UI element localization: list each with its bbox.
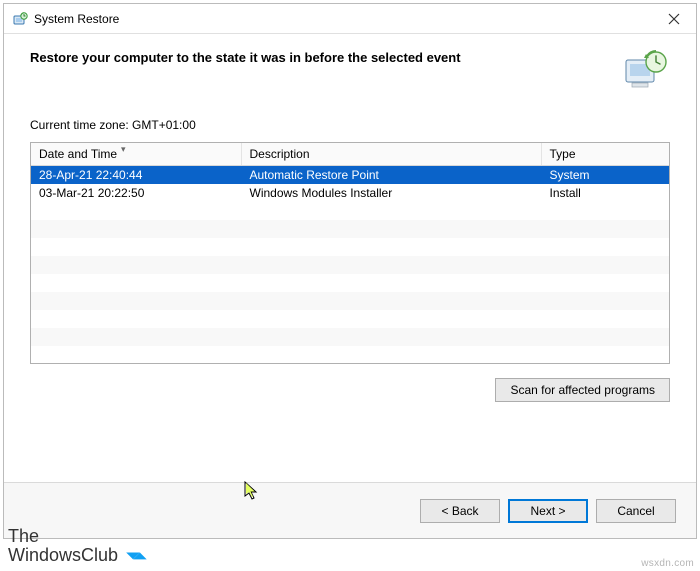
windowsclub-square-icon: ◢◤: [125, 544, 148, 567]
system-restore-icon: [12, 11, 28, 27]
table-row-empty: [31, 346, 669, 364]
back-button[interactable]: < Back: [420, 499, 500, 523]
table-cell: Automatic Restore Point: [241, 165, 541, 184]
table-cell: System: [541, 165, 669, 184]
col-header-date[interactable]: Date and Time ▾: [31, 143, 241, 165]
table-row-empty: [31, 238, 669, 256]
table-row-empty: [31, 202, 669, 220]
cancel-button[interactable]: Cancel: [596, 499, 676, 523]
table-row-empty: [31, 274, 669, 292]
table-header-row: Date and Time ▾ Description Type: [31, 143, 669, 165]
table-row-empty: [31, 328, 669, 346]
table-row-empty: [31, 292, 669, 310]
close-button[interactable]: [651, 4, 696, 33]
restore-points-table[interactable]: Date and Time ▾ Description Type 28-Apr-…: [30, 142, 670, 364]
table-cell: Install: [541, 184, 669, 202]
titlebar: System Restore: [4, 4, 696, 34]
header-row: Restore your computer to the state it wa…: [30, 48, 670, 90]
wizard-footer: < Back Next > Cancel: [4, 482, 696, 538]
page-heading: Restore your computer to the state it wa…: [30, 48, 622, 65]
next-button[interactable]: Next >: [508, 499, 588, 523]
source-mark: wsxdn.com: [641, 558, 694, 569]
table-cell: 03-Mar-21 20:22:50: [31, 184, 241, 202]
table-row-empty: [31, 220, 669, 238]
sort-indicator-icon: ▾: [121, 144, 126, 155]
col-header-description[interactable]: Description: [241, 143, 541, 165]
col-header-label: Date and Time: [39, 147, 117, 161]
system-restore-window: System Restore Restore your computer to …: [3, 3, 697, 539]
table-row[interactable]: 03-Mar-21 20:22:50Windows Modules Instal…: [31, 184, 669, 202]
table-row-empty: [31, 310, 669, 328]
restore-point-icon: [622, 48, 670, 90]
window-title: System Restore: [34, 12, 651, 26]
timezone-label: Current time zone: GMT+01:00: [30, 118, 670, 132]
table-cell: Windows Modules Installer: [241, 184, 541, 202]
table-row-empty: [31, 256, 669, 274]
table-row[interactable]: 28-Apr-21 22:40:44Automatic Restore Poin…: [31, 165, 669, 184]
scan-affected-button[interactable]: Scan for affected programs: [495, 378, 670, 402]
table-cell: 28-Apr-21 22:40:44: [31, 165, 241, 184]
content-area: Restore your computer to the state it wa…: [4, 34, 696, 412]
watermark-line2: WindowsClub: [8, 545, 118, 565]
col-header-type[interactable]: Type: [541, 143, 669, 165]
scan-row: Scan for affected programs: [30, 378, 670, 402]
